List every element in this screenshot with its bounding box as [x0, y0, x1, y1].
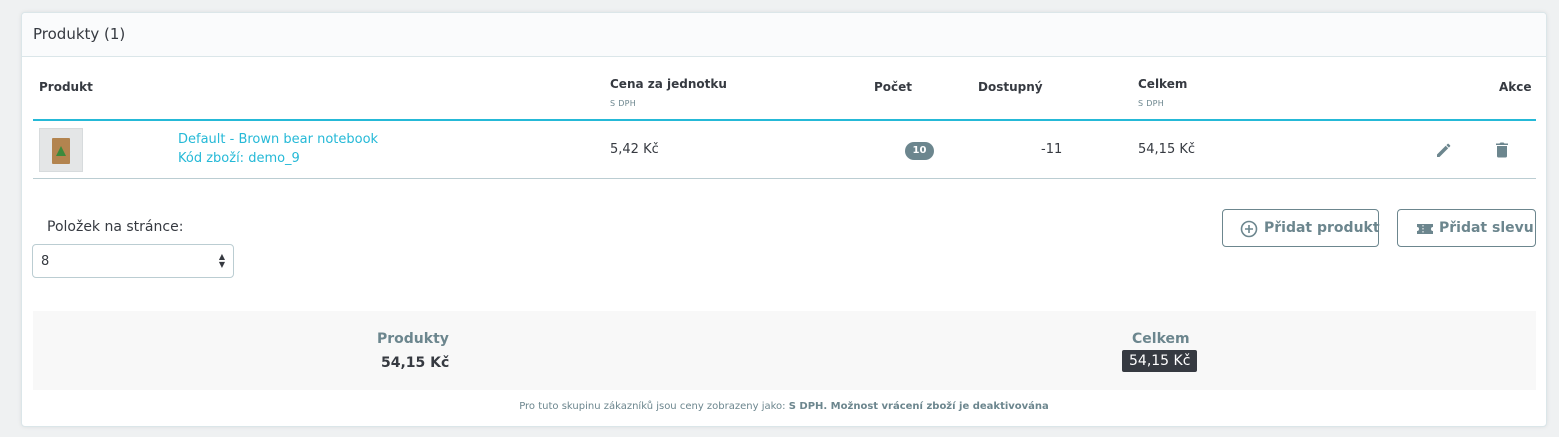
col-header-product: Produkt	[39, 80, 93, 94]
col-header-actions: Akce	[1499, 80, 1532, 94]
add-product-button[interactable]: Přidat produkt	[1222, 209, 1380, 247]
col-header-available: Dostupný	[978, 80, 1043, 94]
summary-products-label: Produkty	[377, 331, 449, 347]
items-per-page-label: Položek na stránce:	[47, 219, 184, 235]
add-discount-button[interactable]: Přidat slevu	[1397, 209, 1536, 247]
col-header-quantity: Počet	[874, 80, 913, 94]
card-header: Produkty (1)	[22, 13, 1546, 57]
pencil-icon[interactable]	[1434, 140, 1454, 160]
col-header-unit-price: Cena za jednotku	[610, 77, 727, 91]
footnote-bold: S DPH. Možnost vrácení zboží je deaktivo…	[788, 401, 1049, 412]
col-header-total-sub: S DPH	[1138, 99, 1165, 108]
add-product-label: Přidat produkt	[1264, 220, 1380, 236]
notebook-image	[52, 138, 70, 164]
trash-icon[interactable]	[1492, 140, 1512, 160]
available-cell: -11	[1041, 142, 1063, 157]
bear-illustration	[56, 146, 66, 156]
unit-price-cell: 5,42 Kč	[610, 142, 659, 157]
product-name-link[interactable]: Default - Brown bear notebook	[178, 132, 378, 147]
quantity-badge: 10	[905, 142, 934, 160]
summary-panel: Produkty 54,15 Kč Celkem 54,15 Kč	[33, 311, 1536, 390]
ticket-icon	[1416, 221, 1434, 241]
products-card: Produkty (1) Produkt Cena za jednotku S …	[21, 12, 1547, 427]
total-cell: 54,15 Kč	[1138, 142, 1196, 157]
product-thumbnail	[39, 128, 83, 172]
summary-total-badge: 54,15 Kč	[1122, 350, 1198, 372]
sort-arrows-icon: ▲ ▼	[218, 252, 225, 269]
items-per-page-select[interactable]: 8 ▲ ▼	[32, 244, 234, 278]
footnote-text: Pro tuto skupinu zákazníků jsou ceny zob…	[519, 401, 786, 412]
tax-footnote: Pro tuto skupinu zákazníků jsou ceny zob…	[22, 401, 1546, 412]
add-discount-label: Přidat slevu	[1439, 220, 1534, 236]
items-per-page-value: 8	[41, 254, 50, 269]
col-header-unit-price-sub: S DPH	[610, 99, 637, 108]
col-header-total: Celkem	[1138, 77, 1188, 91]
product-reference-link[interactable]: Kód zboží: demo_9	[178, 151, 300, 166]
summary-products-value: 54,15 Kč	[381, 355, 450, 371]
row-divider	[33, 178, 1536, 179]
plus-circle-icon	[1240, 220, 1258, 242]
card-title: Produkty (1)	[33, 25, 126, 43]
table-header-divider	[33, 119, 1536, 121]
summary-total-label: Celkem	[1132, 331, 1190, 347]
